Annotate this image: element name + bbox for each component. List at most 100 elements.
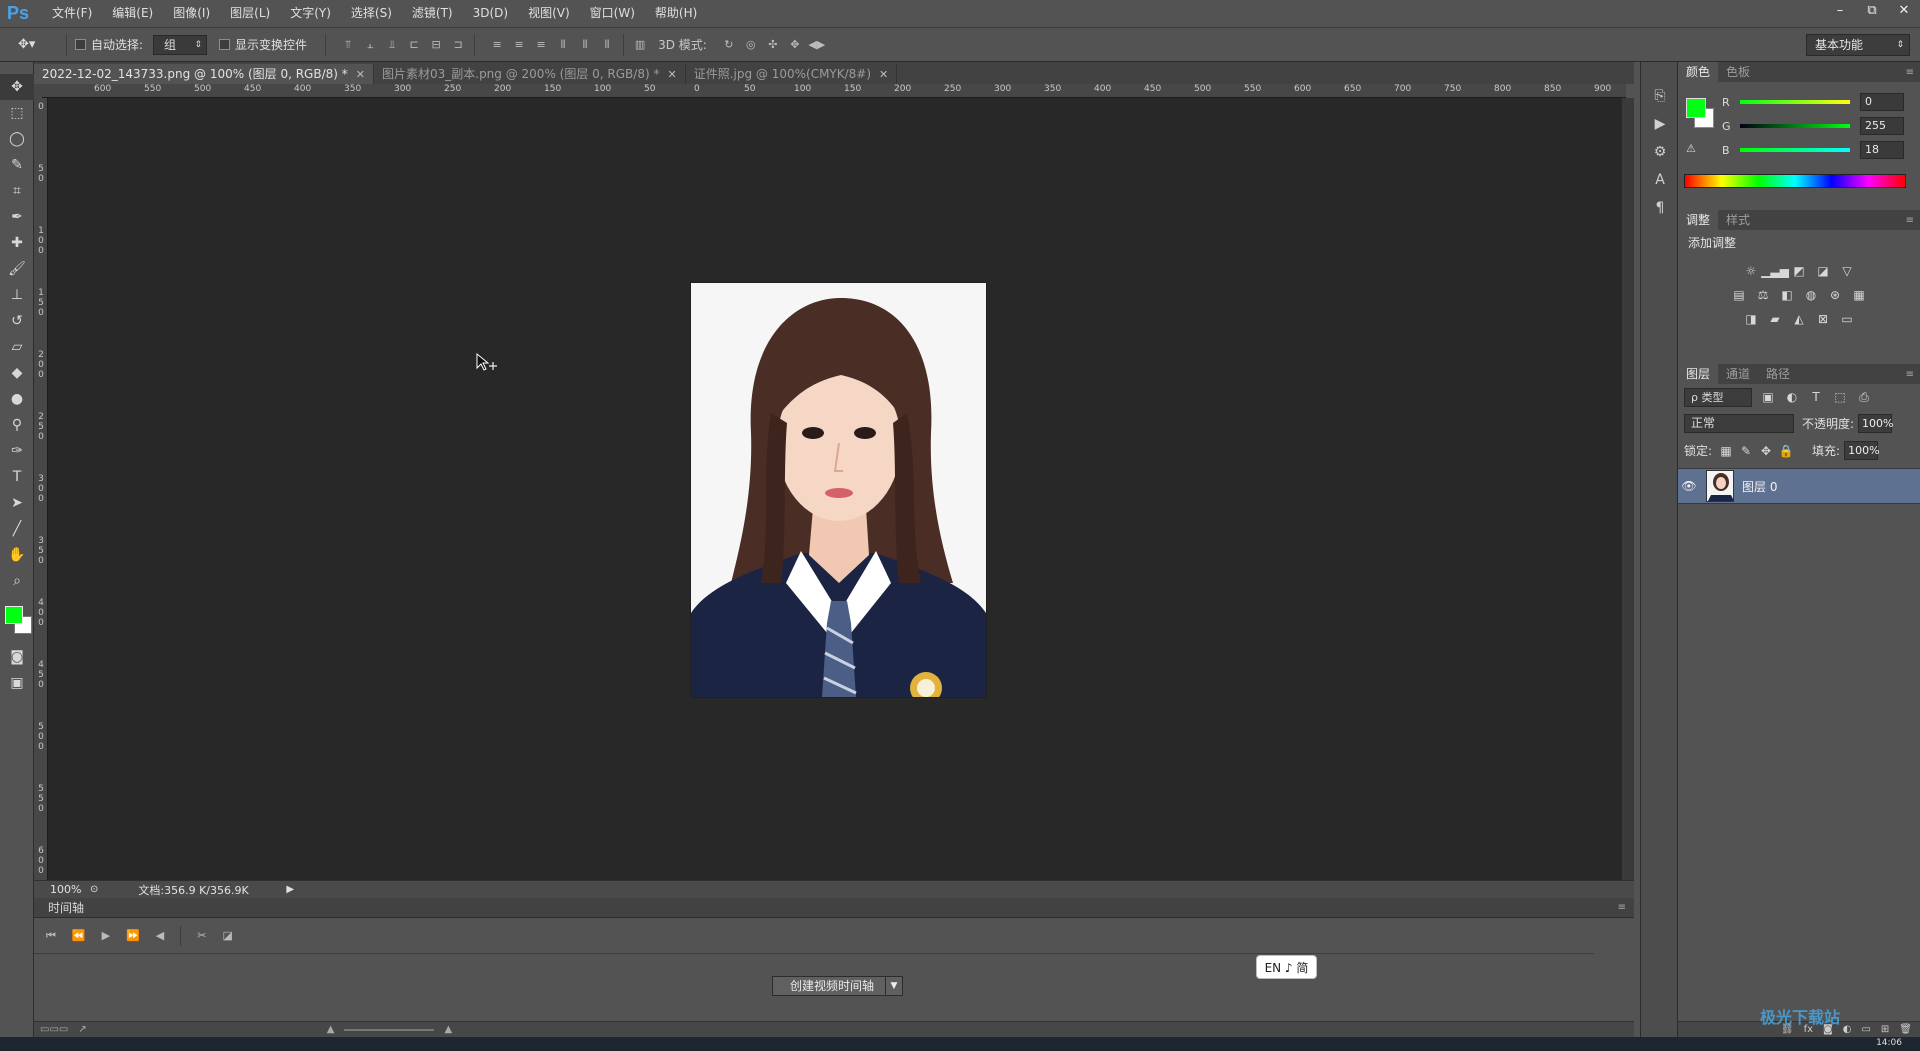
zoom-tool-icon[interactable]: ⌕ (0, 568, 34, 594)
3d-rotate-icon[interactable]: ↻ (721, 37, 737, 53)
eye-icon[interactable]: 👁 (1678, 479, 1700, 493)
move-tool-preset[interactable]: ✥▾ (18, 37, 58, 52)
convert-icon[interactable]: ↗ (78, 1024, 86, 1035)
panel-menu-icon[interactable]: ≡ (1906, 215, 1914, 226)
brightness-icon[interactable]: ☼ (1743, 263, 1759, 279)
gradient-map-icon[interactable]: ▭ (1839, 311, 1855, 327)
color-spectrum-bar[interactable] (1684, 174, 1906, 188)
panel-menu-icon[interactable]: ≡ (1906, 369, 1914, 380)
filter-pixel-icon[interactable]: ▣ (1760, 389, 1776, 405)
vertical-ruler[interactable]: 0 50 100 150 200 250 300 350 400 450 500 550 600 (34, 98, 48, 880)
frame-animation-icon[interactable]: ▭▭▭ (40, 1024, 68, 1035)
zoom-level[interactable]: 100% (34, 883, 81, 896)
distribute-vcenter-icon[interactable]: ≡ (511, 37, 527, 53)
audio-icon[interactable]: ◀ (156, 929, 164, 942)
previous-frame-icon[interactable]: ⏪ (72, 929, 86, 942)
green-value-input[interactable]: 255 (1860, 117, 1904, 135)
menu-image[interactable]: 图像(I) (163, 0, 220, 27)
move-tool-icon[interactable]: ✥ (0, 74, 34, 100)
auto-align-icon[interactable]: ▥ (632, 37, 648, 53)
paint-bucket-tool-icon[interactable]: ◆ (0, 360, 34, 386)
3d-roll-icon[interactable]: ◎ (743, 37, 759, 53)
3d-pan-icon[interactable]: ✣ (765, 37, 781, 53)
channel-mixer-icon[interactable]: ⊛ (1827, 287, 1843, 303)
zoom-icon[interactable]: ⊙ (90, 884, 98, 895)
actions-play-icon[interactable]: ▶ (1641, 110, 1679, 138)
3d-slide-icon[interactable]: ✥ (787, 37, 803, 53)
align-left-icon[interactable]: ⊏ (406, 37, 422, 53)
close-icon[interactable]: ✕ (879, 65, 888, 84)
show-transform-option[interactable]: 显示变换控件 (219, 36, 307, 53)
crop-tool-icon[interactable]: ⌗ (0, 178, 34, 204)
horizontal-ruler[interactable]: 600 550 500 450 400 350 300 250 200 150 100 50 0 50 10… (42, 84, 1626, 98)
photo-filter-icon[interactable]: ◍ (1803, 287, 1819, 303)
threshold-icon[interactable]: ◭ (1791, 311, 1807, 327)
zoom-out-icon[interactable]: ▲ (327, 1024, 335, 1035)
restore-button[interactable]: ⧉ (1856, 0, 1888, 20)
minimize-button[interactable]: – (1824, 0, 1856, 20)
foreground-color-swatch[interactable] (5, 606, 23, 624)
tab-adjustments[interactable]: 调整 (1678, 210, 1719, 230)
align-vcenter-icon[interactable]: ⫠ (362, 37, 378, 53)
menu-filter[interactable]: 滤镜(T) (402, 0, 463, 27)
lock-transparent-icon[interactable]: ▦ (1718, 443, 1734, 459)
layer-name[interactable]: 图层 0 (1742, 478, 1777, 495)
blend-mode-select[interactable]: 正常 (1684, 414, 1794, 433)
distribute-right-icon[interactable]: ⦀ (599, 37, 615, 53)
filter-smart-object-icon[interactable]: ⎙ (1856, 389, 1872, 405)
auto-select-checkbox[interactable] (75, 39, 86, 50)
eraser-tool-icon[interactable]: ▱ (0, 334, 34, 360)
dodge-tool-icon[interactable]: ⚲ (0, 412, 34, 438)
show-transform-checkbox[interactable] (219, 39, 231, 50)
tab-paths[interactable]: 路径 (1758, 364, 1798, 384)
lock-position-icon[interactable]: ✥ (1758, 443, 1774, 459)
toolbar-grip[interactable] (0, 62, 33, 74)
fill-input[interactable]: 100% (1844, 441, 1880, 460)
pen-tool-icon[interactable]: ✑ (0, 438, 34, 464)
menu-help[interactable]: 帮助(H) (645, 0, 707, 27)
menu-edit[interactable]: 编辑(E) (102, 0, 163, 27)
properties-icon[interactable]: ⚙ (1641, 138, 1679, 166)
layer-filter-select[interactable]: ρ 类型 (1684, 387, 1752, 407)
levels-icon[interactable]: ▁▃▅ (1761, 263, 1789, 279)
align-right-icon[interactable]: ⊐ (450, 37, 466, 53)
zoom-in-icon[interactable]: ▲ (444, 1024, 452, 1035)
vibrance-icon[interactable]: ▽ (1839, 263, 1855, 279)
color-panel-foreground-swatch[interactable] (1686, 98, 1706, 118)
align-top-icon[interactable]: ⫪ (340, 37, 356, 53)
distribute-bottom-icon[interactable]: ≡ (533, 37, 549, 53)
panel-menu-icon[interactable]: ≡ (1618, 902, 1626, 913)
timeline-zoom-slider[interactable] (344, 1028, 435, 1031)
exposure-icon[interactable]: ◪ (1815, 263, 1831, 279)
type-tool-icon[interactable]: T (0, 464, 34, 490)
panel-menu-icon[interactable]: ≡ (1906, 67, 1914, 78)
tab-document-3[interactable]: 证件照.jpg @ 100%(CMYK/8#) ✕ (686, 64, 898, 84)
hand-tool-icon[interactable]: ✋ (0, 542, 34, 568)
menu-type[interactable]: 文字(Y) (280, 0, 341, 27)
posterize-icon[interactable]: ▰ (1767, 311, 1783, 327)
marquee-tool-icon[interactable]: ⬚ (0, 100, 34, 126)
blue-slider[interactable] (1740, 148, 1850, 152)
character-icon[interactable]: A (1641, 166, 1679, 194)
distribute-left-icon[interactable]: ⦀ (555, 37, 571, 53)
selective-color-icon[interactable]: ⊠ (1815, 311, 1831, 327)
color-balance-icon[interactable]: ⚖ (1755, 287, 1771, 303)
status-menu-arrow-icon[interactable]: ▶ (286, 884, 294, 895)
hue-saturation-icon[interactable]: ▤ (1731, 287, 1747, 303)
filter-shape-icon[interactable]: ⬚ (1832, 389, 1848, 405)
tab-layers[interactable]: 图层 (1678, 364, 1719, 384)
workspace-select[interactable]: 基本功能 (1806, 34, 1910, 56)
menu-3d[interactable]: 3D(D) (463, 0, 518, 27)
filter-type-icon[interactable]: T (1808, 389, 1824, 405)
opacity-input[interactable]: 100% (1858, 414, 1894, 433)
next-frame-icon[interactable]: ⏩ (126, 929, 140, 942)
eyedropper-tool-icon[interactable]: ✒ (0, 204, 34, 230)
red-value-input[interactable]: 0 (1860, 93, 1904, 111)
tab-document-1[interactable]: 2022-12-02_143733.png @ 100% (图层 0, RGB/… (34, 64, 374, 84)
clone-stamp-tool-icon[interactable]: ⊥ (0, 282, 34, 308)
tab-color[interactable]: 颜色 (1678, 62, 1719, 82)
blur-tool-icon[interactable]: ● (0, 386, 34, 412)
auto-select-dropdown[interactable]: 组 (153, 34, 208, 55)
brush-tool-icon[interactable]: 🖌 (0, 256, 34, 282)
layer-row[interactable]: 👁 图层 0 (1678, 468, 1920, 504)
